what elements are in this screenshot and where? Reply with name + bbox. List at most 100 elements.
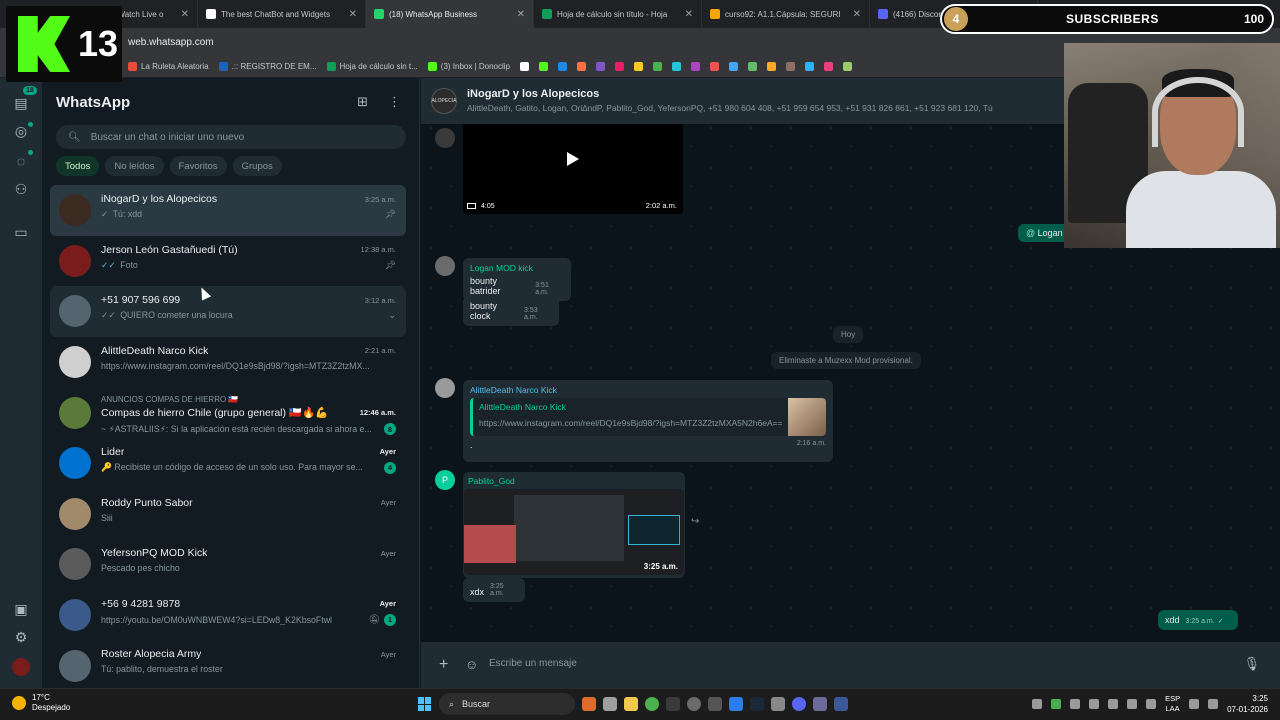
taskbar-app-icon[interactable] [666,697,680,711]
channels-icon[interactable]: ◌ [12,152,30,170]
profile-avatar[interactable] [12,658,30,676]
taskbar-app-icon[interactable] [582,697,596,711]
outgoing-message[interactable]: xdd 3:25 a.m. ✓ [1158,610,1238,630]
bookmark-icon[interactable] [691,62,701,71]
catalog-icon[interactable]: ▭ [12,223,30,241]
pablito-avatar[interactable]: P [435,470,455,490]
bookmark-item[interactable]: .:: REGISTRO DE EM... [218,62,317,71]
weather-widget[interactable]: 17°C Despejado [12,693,70,713]
start-button-icon[interactable] [418,697,432,711]
tray-icon[interactable] [1051,699,1062,709]
play-icon[interactable] [567,152,579,166]
chat-avatar[interactable] [59,447,91,480]
network-icon[interactable] [1189,699,1200,709]
taskbar-app-icon[interactable] [813,697,827,711]
chat-list-item[interactable]: +56 9 4281 9878 Ayer https://youtu.be/OM0u… [50,590,406,641]
close-tab-icon[interactable]: ✕ [349,9,357,20]
chat-avatar[interactable] [59,396,91,429]
browser-tab[interactable]: curso92: A1.1.Cápsula: SEGURI ✕ [702,0,870,28]
tray-icon[interactable] [1070,699,1081,709]
forward-icon[interactable]: ↪ [691,516,699,527]
chevron-down-icon[interactable]: ⌄ [388,310,396,321]
settings-icon[interactable]: ⚙ [12,628,30,646]
chat-avatar[interactable] [59,497,91,530]
bookmark-icon[interactable] [805,62,815,71]
bookmark-icon[interactable] [672,62,682,71]
filter-chip[interactable]: No leídos [105,156,164,176]
group-name[interactable]: iNogarD y los Alopecicos [467,88,599,100]
close-tab-icon[interactable]: ✕ [685,9,693,20]
volume-icon[interactable] [1208,699,1219,709]
bookmark-icon[interactable] [843,62,853,71]
communities-icon[interactable]: ⚇ [12,180,30,198]
filter-chip[interactable]: Grupos [232,156,282,176]
browser-tab[interactable]: (18) WhatsApp Business ✕ [366,0,534,28]
chat-avatar[interactable] [59,194,91,227]
language-indicator[interactable]: ESP LAA [1165,694,1180,714]
file-explorer-icon[interactable] [624,697,638,711]
microphone-tray-icon[interactable] [1146,699,1157,709]
message-bubble[interactable]: xdx 3:25 a.m. [463,578,525,602]
sticker-icon[interactable]: ☺ [465,657,478,672]
taskbar-app-icon[interactable] [771,697,785,711]
menu-icon[interactable]: ⋮ [388,94,401,110]
microphone-icon[interactable]: 🎙︎ [1243,656,1260,672]
bookmark-item[interactable]: Hoja de cálculo sin t... [326,62,418,71]
mention-chip[interactable]: @ Logan [1018,224,1071,242]
filter-chip[interactable]: Todos [56,156,100,176]
chat-list-item[interactable]: Lider Ayer 🔑 Recibiste un código de acceso… [50,438,406,489]
taskbar-search[interactable]: ⌕ Buscar [439,693,575,715]
chat-list-item[interactable]: YefersonPQ MOD Kick Ayer Pescado pes chich… [50,539,406,590]
bookmark-icon[interactable] [710,62,720,71]
taskbar-app-icon[interactable] [687,697,701,711]
screenshot-image[interactable]: 3:25 a.m. [464,489,684,575]
bookmark-icon[interactable] [539,62,549,71]
chat-avatar[interactable] [59,295,91,328]
tray-icon[interactable] [1108,699,1119,709]
bookmark-icon[interactable] [558,62,568,71]
chat-avatar[interactable] [59,244,91,277]
sender-name[interactable]: Logan MOD kick [470,263,564,273]
search-input[interactable]: 🔍︎ Buscar un chat o iniciar uno nuevo [56,125,406,149]
chat-avatar[interactable] [59,548,91,581]
bookmark-icon[interactable] [786,62,796,71]
bookmark-icon[interactable] [824,62,834,71]
steam-icon[interactable] [750,697,764,711]
filter-chip[interactable]: Favoritos [169,156,227,176]
new-chat-icon[interactable]: ⊞ [357,94,368,110]
message-input[interactable]: Escribe un mensaje [489,658,577,669]
bookmark-icon[interactable] [767,62,777,71]
attach-icon[interactable]: + [439,656,448,674]
close-tab-icon[interactable]: ✕ [517,9,525,20]
image-message[interactable]: Pablito_God 3:25 a.m. [463,472,685,578]
bookmark-icon[interactable] [577,62,587,71]
bookmark-icon[interactable] [520,62,530,71]
group-avatar[interactable]: ALOPECIA [431,88,457,114]
browser-tab[interactable]: The best ChatBot and Widgets ✕ [198,0,366,28]
bookmark-icon[interactable] [653,62,663,71]
chat-list-item[interactable]: Jerson León Gastañuedi (Tú) 12:38 a.m. ✓✓ … [50,236,406,287]
bookmark-icon[interactable] [634,62,644,71]
facebook-icon[interactable] [834,697,848,711]
close-tab-icon[interactable]: ✕ [853,9,861,20]
message-bubble[interactable]: bounty clock 3:53 a.m. [463,296,559,326]
message-bubble[interactable]: AlittleDeath Narco Kick AlittleDeath Nar… [463,380,833,462]
taskview-icon[interactable] [603,697,617,711]
url-text[interactable]: web.whatsapp.com [128,37,214,48]
bookmark-icon[interactable] [729,62,739,71]
bookmark-item[interactable]: (3) Inbox | Donoclip [427,62,510,71]
tray-icon[interactable] [1089,699,1100,709]
bookmark-icon[interactable] [748,62,758,71]
chats-icon[interactable]: ▤ [12,94,30,112]
media-icon[interactable]: ▣ [12,600,30,618]
video-message[interactable]: 4:05 2:02 a.m. [463,124,683,214]
sender-name[interactable]: Pablito_God [468,476,684,486]
clock[interactable]: 3:25 07-01-2026 [1227,693,1268,715]
chat-list-item[interactable]: Roddy Punto Sabor Ayer Siii [50,489,406,540]
tray-icon[interactable] [1032,699,1043,709]
discord-icon[interactable] [792,697,806,711]
close-tab-icon[interactable]: ✕ [181,9,189,20]
chat-avatar[interactable] [59,599,91,632]
taskbar-app-icon[interactable] [708,697,722,711]
chat-list-item[interactable]: ANUNCIOS COMPAS DE HIERRO 🇨🇱 Compas de hi… [50,387,406,438]
